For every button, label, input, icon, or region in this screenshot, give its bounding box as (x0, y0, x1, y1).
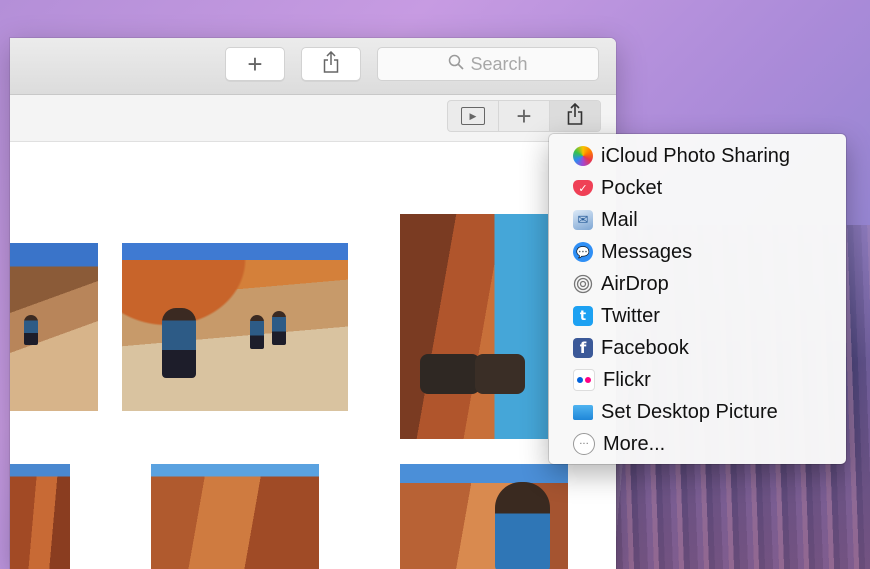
share-menu-item-facebook[interactable]: f Facebook (549, 332, 846, 364)
menu-item-label: Facebook (601, 336, 689, 359)
menu-item-label: AirDrop (601, 272, 669, 295)
menu-item-label: More... (603, 432, 666, 455)
photo-thumbnail[interactable] (400, 464, 568, 569)
photo-thumbnail[interactable] (400, 214, 548, 439)
share-menu-item-twitter[interactable]: t Twitter (549, 300, 846, 332)
share-menu-item-more[interactable]: ··· More... (549, 428, 846, 460)
share-menu-button[interactable] (550, 101, 600, 131)
share-menu-item-airdrop[interactable]: AirDrop (549, 268, 846, 300)
search-placeholder: Search (470, 53, 528, 74)
menu-item-label: Messages (601, 240, 693, 263)
photos-window: + Search ▶ + (10, 38, 616, 569)
slideshow-icon: ▶ (461, 107, 485, 125)
photo-thumbnail[interactable] (10, 464, 70, 569)
more-icon: ··· (573, 433, 595, 455)
menu-item-label: Mail (601, 208, 638, 231)
messages-icon: 💬 (573, 242, 593, 262)
menu-item-label: Pocket (601, 176, 663, 199)
plus-icon: + (247, 48, 263, 79)
search-field[interactable]: Search (377, 47, 599, 81)
desktop-picture-icon (573, 404, 593, 420)
flickr-icon (573, 369, 595, 391)
share-menu-item-pocket[interactable]: ✓ Pocket (549, 172, 846, 204)
airdrop-icon (573, 274, 593, 294)
photo-thumbnail[interactable] (10, 243, 98, 411)
add-button[interactable]: + (225, 47, 285, 81)
share-icon (567, 102, 583, 130)
share-menu-item-icloud-photo-sharing[interactable]: iCloud Photo Sharing (549, 140, 846, 172)
photo-thumbnail[interactable] (122, 243, 348, 411)
twitter-icon: t (573, 306, 593, 326)
photo-thumbnail[interactable] (151, 464, 319, 569)
share-button[interactable] (301, 47, 361, 81)
window-toolbar: + Search (10, 38, 616, 95)
mail-icon: ✉ (573, 210, 593, 230)
share-menu: iCloud Photo Sharing ✓ Pocket ✉ Mail 💬 M… (549, 134, 846, 464)
photo-actions-segment: ▶ + (447, 100, 601, 132)
menu-item-label: Set Desktop Picture (601, 400, 778, 423)
share-menu-item-set-desktop-picture[interactable]: Set Desktop Picture (549, 396, 846, 428)
facebook-icon: f (573, 338, 593, 358)
pocket-icon: ✓ (573, 180, 593, 196)
menu-item-label: Flickr (603, 368, 651, 391)
slideshow-button[interactable]: ▶ (448, 101, 499, 131)
plus-icon: + (516, 100, 532, 131)
share-menu-item-flickr[interactable]: Flickr (549, 364, 846, 396)
search-icon (448, 54, 465, 75)
menu-item-label: Twitter (601, 304, 660, 327)
share-menu-item-mail[interactable]: ✉ Mail (549, 204, 846, 236)
menu-item-label: iCloud Photo Sharing (601, 144, 791, 167)
person-portrait (495, 482, 550, 569)
icloud-photo-sharing-icon (573, 146, 593, 166)
share-icon (323, 50, 339, 78)
add-to-button[interactable]: + (499, 101, 550, 131)
share-menu-item-messages[interactable]: 💬 Messages (549, 236, 846, 268)
